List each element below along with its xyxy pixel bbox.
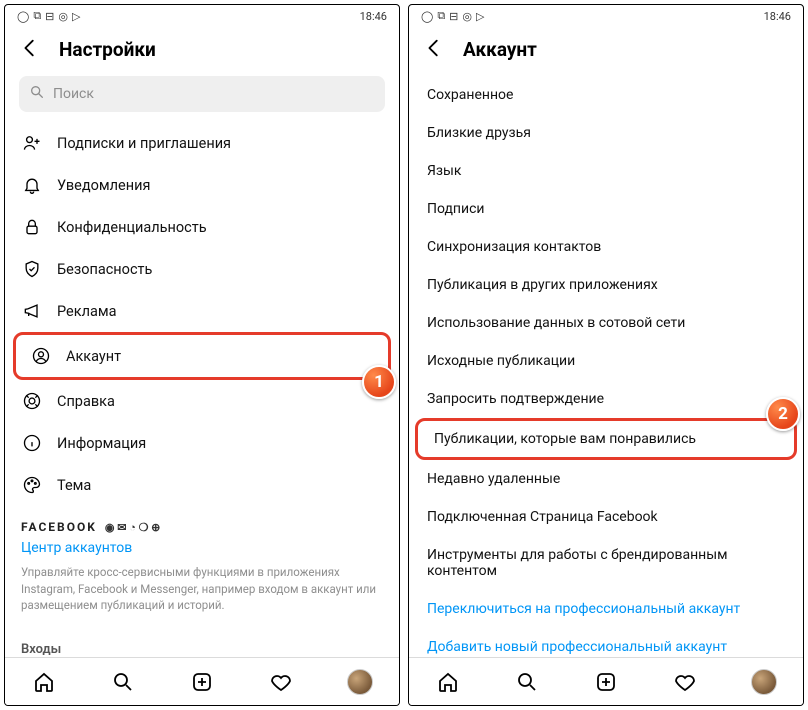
nav-activity[interactable]	[672, 669, 698, 695]
menu-label: Уведомления	[57, 177, 150, 194]
user-plus-icon	[21, 132, 43, 154]
nav-home[interactable]	[31, 669, 57, 695]
menu-label: Справка	[57, 393, 115, 410]
item-original-posts[interactable]: Исходные публикации	[409, 342, 803, 380]
item-language[interactable]: Язык	[409, 152, 803, 190]
link-switch-professional[interactable]: Переключиться на профессиональный аккаун…	[409, 590, 803, 628]
status-time: 18:46	[360, 10, 387, 23]
nav-new-post[interactable]	[593, 669, 619, 695]
page-title: Аккаунт	[463, 38, 537, 61]
highlight-liked-posts: Публикации, которые вам понравились 2	[415, 418, 797, 460]
status-left-icons: ◯⧉⊟◎▷	[421, 9, 484, 23]
menu-ads[interactable]: Реклама	[5, 290, 399, 332]
menu-label: Тема	[57, 477, 91, 494]
accounts-center-desc: Управляйте кросс-сервисными функциями в …	[5, 564, 399, 628]
back-button[interactable]	[19, 37, 41, 62]
menu-label: Информация	[57, 435, 146, 452]
item-recently-deleted[interactable]: Недавно удаленные	[409, 460, 803, 498]
lifebuoy-icon	[21, 390, 43, 412]
bottom-nav	[5, 657, 399, 705]
bottom-nav	[409, 657, 803, 705]
menu-security[interactable]: Безопасность	[5, 248, 399, 290]
header: Аккаунт	[409, 27, 803, 76]
nav-new-post[interactable]	[189, 669, 215, 695]
status-left-icons: ◯⧉⊟◎▷	[17, 9, 80, 23]
menu-account[interactable]: Аккаунт	[22, 341, 382, 371]
menu-notifications[interactable]: Уведомления	[5, 164, 399, 206]
megaphone-icon	[21, 300, 43, 322]
item-share-other-apps[interactable]: Публикация в других приложениях	[409, 266, 803, 304]
item-captions[interactable]: Подписи	[409, 190, 803, 228]
item-contacts-sync[interactable]: Синхронизация контактов	[409, 228, 803, 266]
item-cellular-data[interactable]: Использование данных в сотовой сети	[409, 304, 803, 342]
menu-help[interactable]: Справка	[5, 380, 399, 422]
menu-label: Реклама	[57, 303, 117, 320]
account-list: Сохраненное Близкие друзья Язык Подписи …	[409, 76, 803, 657]
search-icon	[29, 84, 45, 104]
accounts-center-link[interactable]: Центр аккаунтов	[5, 536, 399, 564]
menu-theme[interactable]: Тема	[5, 464, 399, 506]
lock-icon	[21, 216, 43, 238]
shield-check-icon	[21, 258, 43, 280]
info-icon	[21, 432, 43, 454]
back-button[interactable]	[423, 37, 445, 62]
menu-label: Аккаунт	[66, 348, 121, 365]
nav-home[interactable]	[435, 669, 461, 695]
facebook-brand-text: FACEBOOK	[21, 520, 97, 534]
nav-profile-avatar[interactable]	[347, 669, 373, 695]
logins-section-title: Входы	[5, 628, 399, 657]
menu-info[interactable]: Информация	[5, 422, 399, 464]
settings-list: Подписки и приглашения Уведомления Конфи…	[5, 122, 399, 657]
item-liked-posts[interactable]: Публикации, которые вам понравились	[422, 423, 790, 455]
highlight-account: Аккаунт 1	[13, 332, 391, 380]
page-title: Настройки	[59, 38, 156, 61]
user-circle-icon	[30, 345, 52, 367]
phone-account: ◯⧉⊟◎▷ 18:46 Аккаунт Сохраненное Близкие …	[408, 4, 804, 706]
bell-icon	[21, 174, 43, 196]
search-input[interactable]: Поиск	[19, 76, 385, 112]
header: Настройки	[5, 27, 399, 76]
palette-icon	[21, 474, 43, 496]
item-saved[interactable]: Сохраненное	[409, 76, 803, 114]
brand-product-icons: ◉ ✉ ◔ ❍ ⊕	[105, 521, 160, 534]
item-branded-content-tools[interactable]: Инструменты для работы с брендированным …	[409, 536, 803, 590]
status-time: 18:46	[764, 10, 791, 23]
menu-label: Подписки и приглашения	[57, 135, 231, 152]
nav-activity[interactable]	[268, 669, 294, 695]
callout-badge-1: 1	[362, 365, 396, 399]
nav-search[interactable]	[110, 669, 136, 695]
menu-label: Конфиденциальность	[57, 219, 207, 236]
link-add-professional[interactable]: Добавить новый профессиональный аккаунт	[409, 628, 803, 657]
status-bar: ◯⧉⊟◎▷ 18:46	[409, 5, 803, 27]
search-placeholder: Поиск	[53, 86, 94, 102]
item-close-friends[interactable]: Близкие друзья	[409, 114, 803, 152]
menu-privacy[interactable]: Конфиденциальность	[5, 206, 399, 248]
callout-badge-2: 2	[766, 397, 800, 431]
item-connected-fb-page[interactable]: Подключенная Страница Facebook	[409, 498, 803, 536]
nav-search[interactable]	[514, 669, 540, 695]
item-request-verification[interactable]: Запросить подтверждение	[409, 380, 803, 418]
status-bar: ◯⧉⊟◎▷ 18:46	[5, 5, 399, 27]
nav-profile-avatar[interactable]	[751, 669, 777, 695]
menu-label: Безопасность	[57, 261, 152, 278]
phone-settings: ◯⧉⊟◎▷ 18:46 Настройки Поиск Подписки и п…	[4, 4, 400, 706]
facebook-brand: FACEBOOK ◉ ✉ ◔ ❍ ⊕	[5, 506, 399, 536]
menu-subscriptions[interactable]: Подписки и приглашения	[5, 122, 399, 164]
